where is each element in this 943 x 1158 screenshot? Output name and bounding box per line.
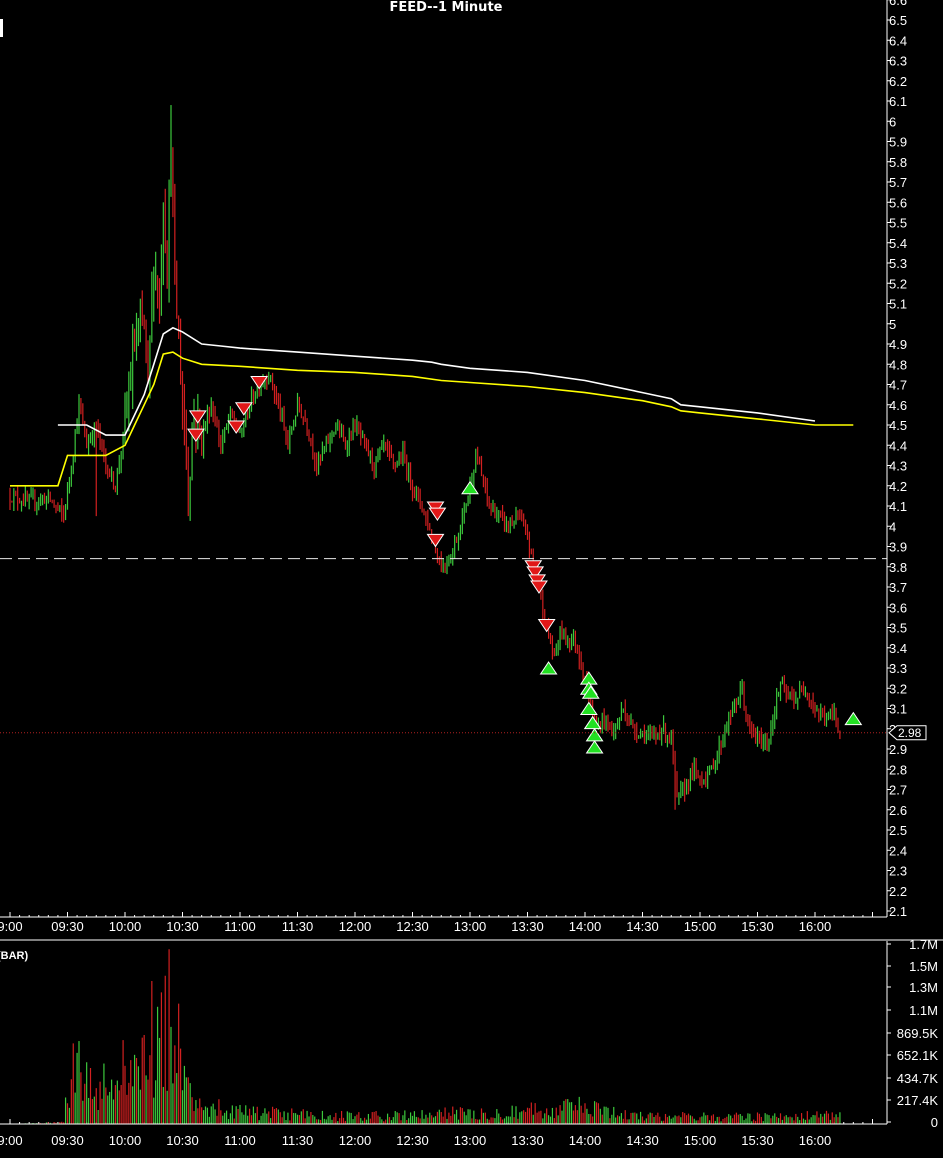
price-axis-label: 4.4	[889, 438, 907, 453]
price-axis-label: 2.2	[889, 884, 907, 899]
volume-time-axis-label: 09:30	[51, 1133, 84, 1148]
price-axis-label: 2.3	[889, 864, 907, 879]
price-axis-label: 2.5	[889, 823, 907, 838]
volume-time-axis-label: 15:00	[684, 1133, 717, 1148]
price-time-axis-label: 11:30	[282, 919, 314, 934]
volume-time-axis-label: 15:30	[741, 1133, 774, 1148]
price-time-axis-label: 10:30	[166, 919, 199, 934]
volume-axis-label: 1.7M	[909, 937, 938, 952]
price-axis-label: 6.5	[889, 13, 907, 28]
volume-axis-label: 217.4K	[897, 1093, 939, 1108]
price-axis-label: 6	[889, 114, 896, 129]
price-time-axis-label: 13:30	[511, 919, 544, 934]
price-axis-label: 5.6	[889, 195, 907, 210]
price-axis-label: 2.6	[889, 803, 907, 818]
volume-time-axis-label: 14:00	[569, 1133, 602, 1148]
volume-axis-label: 434.7K	[897, 1071, 939, 1086]
price-axis-label: 5.4	[889, 236, 907, 251]
volume-axis-label: 652.1K	[897, 1048, 939, 1063]
price-time-axis-label: 9:00	[0, 919, 23, 934]
price-axis-label: 3.8	[889, 560, 907, 575]
volume-time-axis-label: 11:00	[224, 1133, 256, 1148]
volume-axis-label: 1.5M	[909, 959, 938, 974]
stock-chart: FEED--1 Minute 6.6 6.5 6.4 6.3 6.2 6.1 6 5.9 5.8…	[0, 0, 943, 1158]
price-axis-label: 3.2	[889, 681, 907, 696]
price-time-axis-label: 10:00	[109, 919, 142, 934]
chart-title: FEED--1 Minute	[390, 0, 503, 15]
price-time-axis-label: 14:30	[626, 919, 659, 934]
price-time-axis-label: 11:00	[224, 919, 256, 934]
price-axis-label: 6.1	[889, 94, 907, 109]
volume-study-label: (BAR)	[0, 950, 28, 962]
price-axis-label: 4.7	[889, 378, 907, 393]
price-axis-label: 3.7	[889, 580, 907, 595]
volume-time-axis-label: 13:00	[454, 1133, 487, 1148]
price-time-axis-label: 12:30	[396, 919, 429, 934]
price-time-axis-label: 12:00	[339, 919, 372, 934]
price-axis-label: 2.4	[889, 843, 907, 858]
chart-background	[0, 0, 943, 1158]
price-axis-label: 3.4	[889, 641, 907, 656]
price-axis-label: 3.3	[889, 661, 907, 676]
price-time-axis-label: 14:00	[569, 919, 602, 934]
price-axis-label: 4.8	[889, 357, 907, 372]
price-axis-label: 4.5	[889, 418, 907, 433]
price-axis-label: 5.7	[889, 175, 907, 190]
last-price-label: 2.98	[898, 726, 922, 740]
price-axis-label: 5.2	[889, 276, 907, 291]
price-axis-label: 6.2	[889, 74, 907, 89]
price-axis-label: 5.9	[889, 135, 907, 150]
price-time-axis-label: 15:30	[741, 919, 774, 934]
volume-time-axis-label: 12:30	[396, 1133, 429, 1148]
volume-time-axis-label: 9:00	[0, 1133, 23, 1148]
price-axis-label: 6.3	[889, 54, 907, 69]
price-axis-label: 2.7	[889, 783, 907, 798]
volume-time-axis-label: 10:30	[166, 1133, 199, 1148]
volume-time-axis-label: 14:30	[626, 1133, 659, 1148]
price-axis-label: 4.2	[889, 479, 907, 494]
price-axis-label: 4.9	[889, 337, 907, 352]
price-axis-label: 6.6	[889, 0, 907, 8]
volume-time-axis-label: 10:00	[109, 1133, 142, 1148]
price-axis-label: 3.9	[889, 540, 907, 555]
price-axis-label: 4	[889, 519, 896, 534]
volume-axis-label: 0	[931, 1115, 938, 1130]
price-time-axis-label: 09:30	[51, 919, 84, 934]
price-axis-label: 3.5	[889, 621, 907, 636]
price-time-axis-label: 16:00	[799, 919, 832, 934]
price-axis-label: 2.9	[889, 742, 907, 757]
price-axis-label: 5.5	[889, 216, 907, 231]
panel-edge-marker	[0, 19, 3, 37]
price-axis-label: 2.8	[889, 762, 907, 777]
volume-time-axis-label: 16:00	[799, 1133, 832, 1148]
volume-time-axis-label: 12:00	[339, 1133, 372, 1148]
price-axis-label: 4.6	[889, 398, 907, 413]
price-axis-label: 3.6	[889, 600, 907, 615]
price-time-axis-label: 13:00	[454, 919, 487, 934]
volume-axis-label: 1.3M	[909, 980, 938, 995]
volume-time-axis-label: 13:30	[511, 1133, 544, 1148]
price-axis-label: 4.3	[889, 459, 907, 474]
volume-axis-label: 869.5K	[897, 1026, 939, 1041]
price-axis-label: 4.1	[889, 499, 907, 514]
price-axis-label: 5.8	[889, 155, 907, 170]
price-axis-label: 6.4	[889, 33, 907, 48]
price-axis-label: 5.1	[889, 297, 907, 312]
volume-axis-label: 1.1M	[909, 1003, 938, 1018]
price-axis-label: 3.1	[889, 702, 907, 717]
volume-time-axis-label: 11:30	[282, 1133, 314, 1148]
price-time-axis-label: 15:00	[684, 919, 717, 934]
price-axis-label: 5	[889, 317, 896, 332]
price-axis-label: 5.3	[889, 256, 907, 271]
price-axis-label: 2.1	[889, 904, 907, 919]
